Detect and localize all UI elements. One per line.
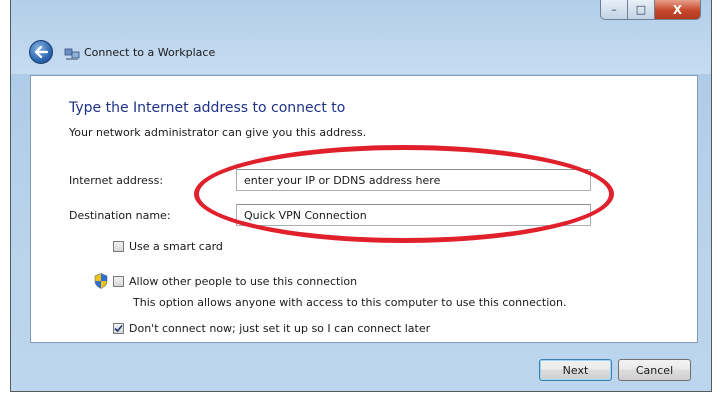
wizard-title: Connect to a Workplace (84, 46, 216, 59)
close-button[interactable]: X (655, 0, 701, 20)
next-button[interactable]: Next (539, 359, 612, 381)
page-subtext: Your network administrator can give you … (69, 126, 367, 139)
checkmark-icon (114, 324, 123, 333)
internet-address-input[interactable] (236, 169, 591, 191)
smart-card-checkbox[interactable] (113, 241, 124, 252)
back-button[interactable] (29, 40, 53, 64)
content-panel: Type the Internet address to connect to … (30, 75, 698, 343)
maximize-button[interactable]: □ (628, 0, 655, 20)
allow-others-checkbox[interactable] (113, 276, 124, 287)
minimize-button[interactable]: – (600, 0, 628, 20)
internet-address-label: Internet address: (69, 174, 164, 187)
dont-connect-now-label: Don't connect now; just set it up so I c… (129, 322, 431, 335)
dont-connect-now-option[interactable]: Don't connect now; just set it up so I c… (113, 322, 430, 335)
network-workplace-icon (64, 48, 80, 60)
destination-name-input[interactable] (236, 204, 591, 226)
allow-others-label: Allow other people to use this connectio… (129, 275, 358, 288)
smart-card-option[interactable]: Use a smart card (113, 240, 223, 253)
caption-buttons: – □ X (600, 0, 701, 20)
page-heading: Type the Internet address to connect to (69, 100, 346, 116)
smart-card-label: Use a smart card (129, 240, 223, 253)
dialog-window: – □ X Connect to a Workplace Type the In… (10, 0, 712, 392)
uac-shield-icon (94, 273, 108, 289)
cancel-button[interactable]: Cancel (618, 359, 691, 381)
allow-others-explanation: This option allows anyone with access to… (133, 296, 567, 309)
allow-others-option[interactable]: Allow other people to use this connectio… (113, 275, 357, 288)
back-arrow-icon (34, 46, 48, 58)
destination-name-label: Destination name: (69, 209, 171, 222)
dont-connect-now-checkbox[interactable] (113, 323, 124, 334)
